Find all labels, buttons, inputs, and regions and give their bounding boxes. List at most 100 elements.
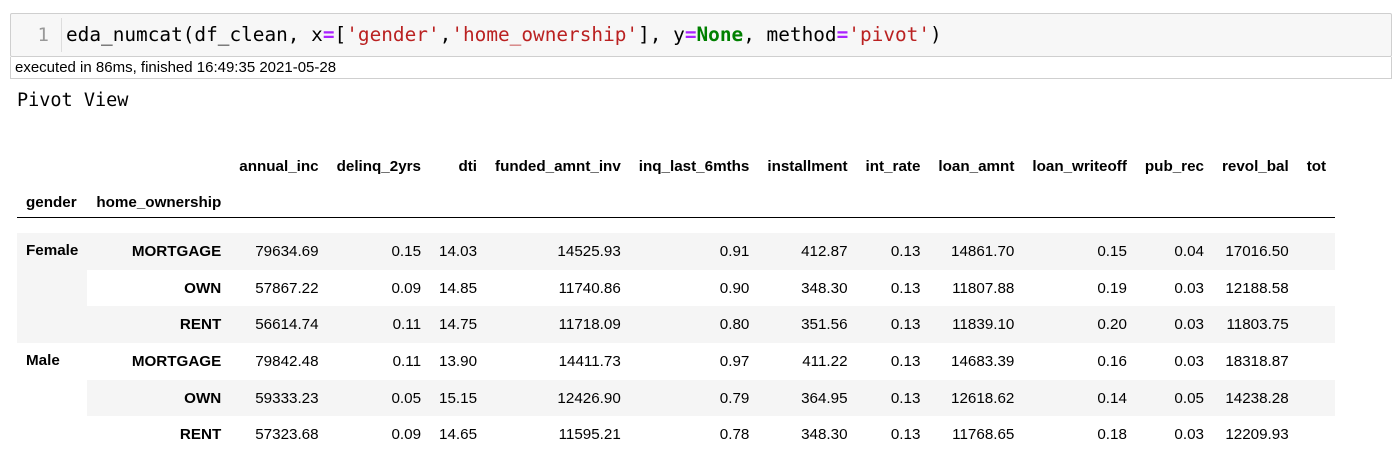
header-spacer [17,218,1335,234]
index-name-row: gender home_ownership [17,187,1336,218]
table-cell: 12618.62 [929,379,1024,417]
column-header-installment: installment [767,157,848,175]
table-cell: 0.09 [391,426,422,444]
blank-header-cell [758,187,856,218]
row-label: RENT [87,306,231,344]
table-cell-clipped [1297,233,1336,270]
table-cell-clipped [1297,306,1336,344]
table-cell: 14525.93 [486,233,630,270]
code-op-eq: = [322,23,335,46]
table-cell: 17016.50 [1212,233,1298,270]
table-cell: 14411.73 [558,352,621,370]
table-cell: 348.30 [801,426,848,444]
table-cell: 0.13 [890,352,921,370]
column-header-funded-amnt-inv: funded_amnt_inv [495,157,621,175]
code-cell[interactable]: 1 eda_numcat(df_clean, x=['gender','home… [10,13,1392,79]
table-cell: 12209.93 [1225,426,1289,444]
table-cell: 0.13 [856,233,930,270]
table-cell-clipped [1297,379,1336,417]
code-bracket-open: [ [334,23,347,46]
table-cell-clipped [1298,416,1335,453]
table-cell: 12188.58 [1225,279,1289,297]
table-cell: 0.13 [890,426,921,444]
table-cell: 0.78 [719,426,750,444]
code-fn: eda_numcat(df_clean, x [66,23,323,46]
line-number: 1 [37,24,49,46]
table-row: RENT 56614.74 0.11 14.75 11718.09 0.80 351.56 0… [17,306,1336,344]
blank-header-cell [230,187,327,218]
column-header-pub-rec: pub_rec [1144,157,1204,175]
table-cell: 14.03 [430,233,487,270]
table-cell: 18318.87 [1225,352,1289,370]
table-cell: 0.16 [1097,352,1127,370]
table-row: RENT 57323.68 0.09 14.65 11595.21 0.78 348.30 0… [17,416,1335,453]
table-cell: 0.19 [1097,279,1127,297]
corner-cell [17,145,87,187]
row-label: OWN [184,279,222,297]
table-cell: 364.95 [758,379,857,417]
table-cell: 412.87 [758,233,857,270]
table-cell: 0.03 [1174,279,1204,297]
table-cell: 0.03 [1135,306,1213,344]
pivot-table-body: Female MORTGAGE 79634.69 0.15 14.03 14525.93 0… [17,233,1336,453]
blank-header-cell [929,187,1023,218]
table-cell: 0.13 [890,279,921,297]
execution-info: executed in 86ms, finished 16:49:35 2021… [10,57,1392,79]
table-cell: 57867.22 [255,279,319,297]
gutter-divider [61,18,62,52]
table-cell: 0.13 [856,306,930,344]
code-op-eq: = [684,23,697,46]
table-cell: 0.15 [1023,233,1136,270]
blank-header-cell [328,187,430,218]
column-header-delinq-2yrs: delinq_2yrs [336,157,422,175]
blank-header-cell [430,187,486,218]
table-cell: 79842.48 [255,352,319,370]
table-cell: 411.22 [802,352,848,370]
code-comma: , [439,23,452,46]
table-row: Female MORTGAGE 79634.69 0.15 14.03 14525.93 0… [17,233,1336,344]
table-cell: 11768.65 [952,426,1015,444]
corner-cell [87,145,230,187]
code-keyword-none: None [696,23,744,46]
column-header-tot: tot [1306,157,1327,175]
table-row: OWN 59333.23 0.05 15.15 12426.90 0.79 364.95 0.… [17,379,1336,417]
column-header-dti: dti [458,157,478,175]
blank-header-cell [1023,187,1136,218]
table-cell: 11839.10 [929,306,1024,344]
code-input-area[interactable]: 1 eda_numcat(df_clean, x=['gender','home… [10,13,1392,57]
table-cell: 79634.69 [230,233,328,270]
table-cell: 0.91 [629,233,759,270]
table-cell: 0.79 [629,379,759,417]
column-header-loan-writeoff: loan_writeoff [1032,157,1127,175]
table-cell: 0.09 [391,279,422,297]
column-header-annual-inc: annual_inc [239,157,319,175]
table-cell: 11807.88 [952,279,1015,297]
group-label: Male [17,343,88,453]
row-label: MORTGAGE [131,352,222,370]
table-cell: 0.18 [1097,426,1127,444]
table-cell: 0.80 [629,306,759,344]
row-label: OWN [87,379,231,417]
table-cell: 11595.21 [558,426,621,444]
blank-header-cell [486,187,630,218]
table-cell: 13.90 [439,352,478,370]
output-title: Pivot View [17,90,129,111]
blank-header-cell [1298,187,1335,218]
table-cell: 11718.09 [486,306,630,344]
table-cell: 14861.70 [929,233,1024,270]
table-cell: 14683.39 [951,352,1015,370]
code-line[interactable]: eda_numcat(df_clean, x=['gender','home_o… [66,14,942,56]
table-cell: 11803.75 [1212,306,1298,344]
table-row: Male MORTGAGE 79842.48 0.11 13.90 14411.73 0.9… [17,343,1335,453]
index-name-home-ownership: home_ownership [96,193,222,211]
table-cell: 14238.28 [1212,379,1298,417]
table-cell: 0.97 [719,352,750,370]
table-cell: 0.04 [1135,233,1213,270]
column-header-inq-last-6mths: inq_last_6mths [638,157,750,175]
table-cell: 14.75 [430,306,487,344]
column-header-revol-bal: revol_bal [1221,157,1289,175]
code-op-eq: = [836,23,849,46]
code-string-home-ownership: 'home_ownership' [451,23,639,46]
blank-header-cell [857,187,930,218]
table-cell-clipped [1298,270,1335,307]
